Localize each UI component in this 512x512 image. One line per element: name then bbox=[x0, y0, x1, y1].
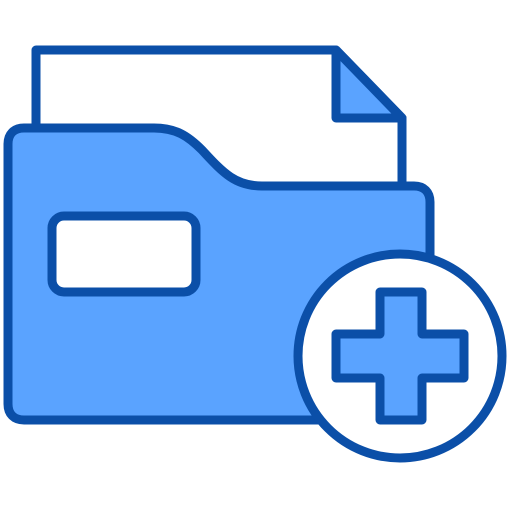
add-folder-canvas bbox=[0, 0, 512, 512]
document-fold bbox=[331, 45, 407, 123]
folder-label bbox=[47, 211, 201, 297]
add-badge-icon bbox=[293, 249, 507, 463]
add-folder-icon bbox=[3, 45, 507, 463]
